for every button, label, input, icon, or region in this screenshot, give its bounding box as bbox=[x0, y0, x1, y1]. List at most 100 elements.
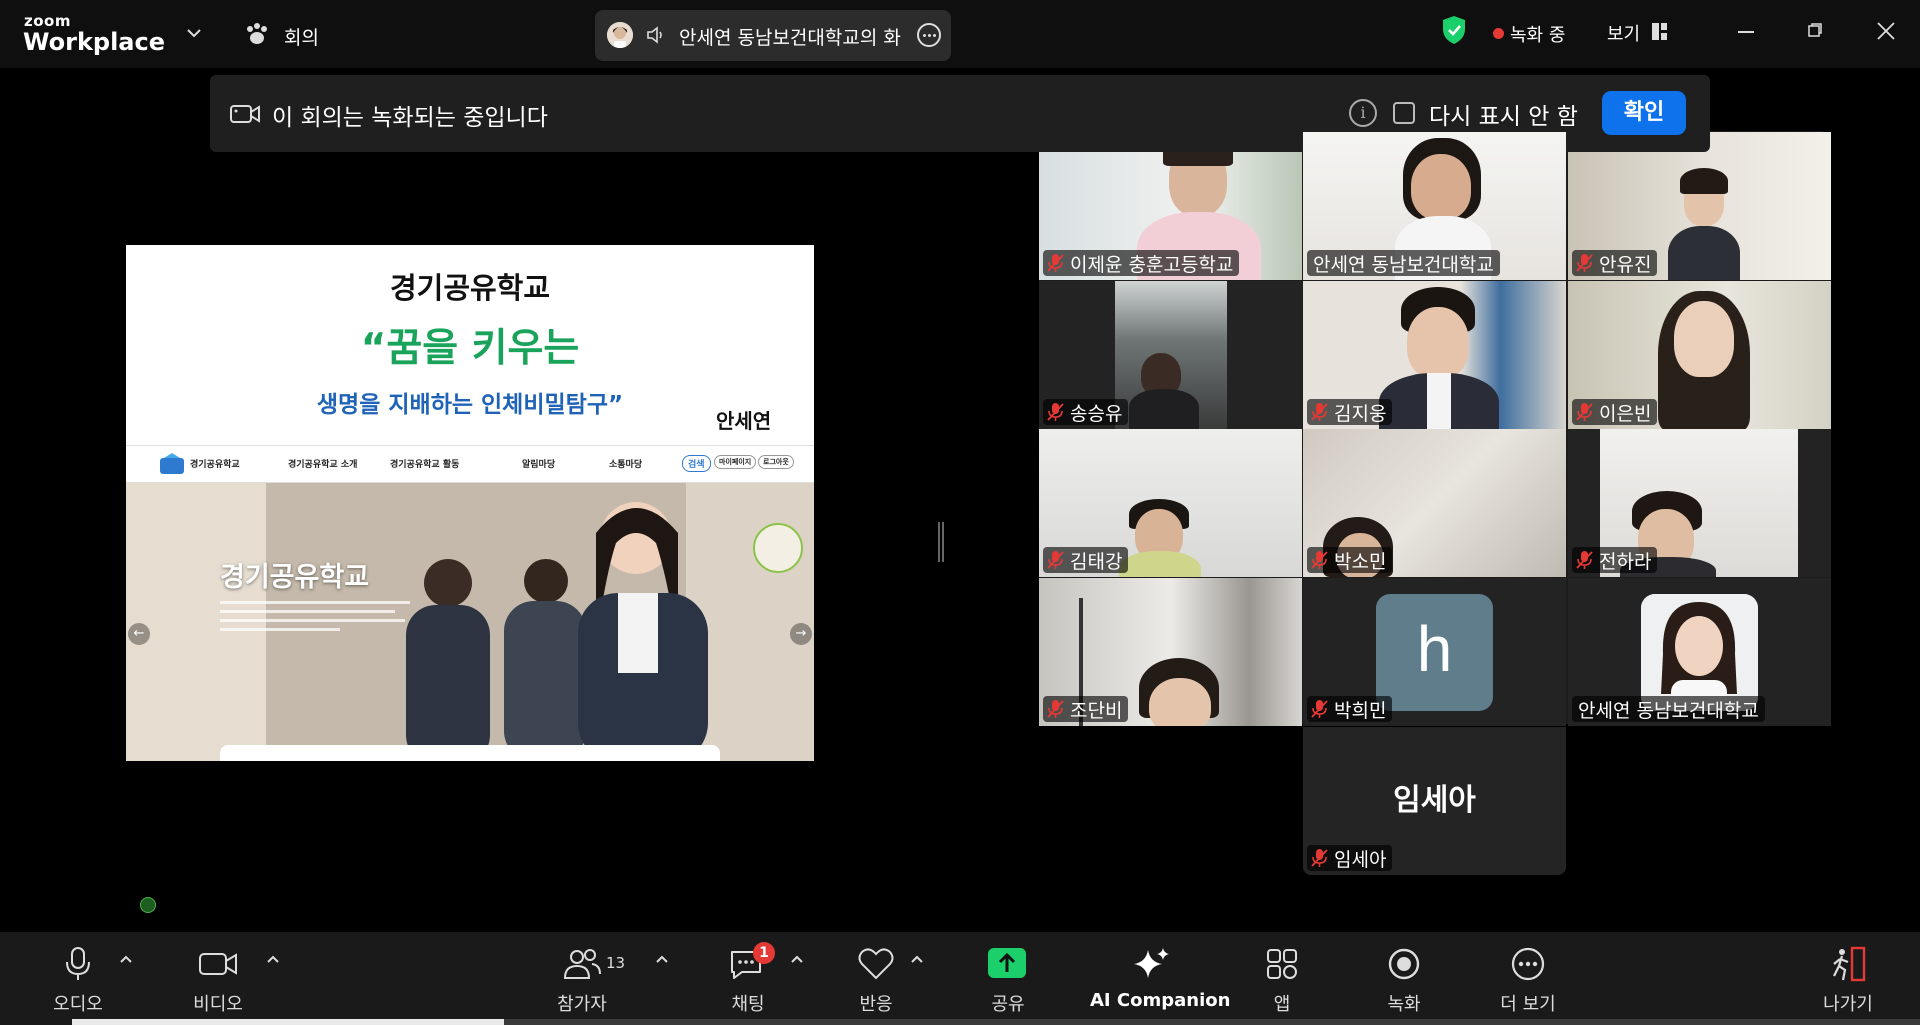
participant-tile[interactable]: 조단비 bbox=[1039, 578, 1302, 726]
recording-dot-icon bbox=[1493, 28, 1504, 39]
participant-name: 안세연 동남보건대학교 bbox=[1313, 253, 1494, 276]
more-button[interactable]: 더 보기 bbox=[1490, 932, 1566, 1025]
participant-name-tag: 안세연 동남보건대학교 bbox=[1572, 696, 1765, 722]
mic-muted-icon bbox=[1576, 403, 1593, 421]
hero-description bbox=[220, 601, 420, 637]
participant-tile-no-video[interactable]: 임세아 임세아 bbox=[1303, 727, 1566, 875]
website-hero-image: 경기공유학교 ← → bbox=[126, 483, 814, 761]
hero-title: 경기공유학교 bbox=[220, 562, 370, 593]
sparkle-icon bbox=[1134, 948, 1169, 978]
confirm-button[interactable]: 확인 bbox=[1602, 91, 1686, 135]
heart-icon bbox=[858, 948, 894, 980]
video-button[interactable]: 비디오 bbox=[180, 932, 256, 1025]
avatar: h bbox=[1376, 594, 1493, 711]
chat-options-caret-icon[interactable] bbox=[790, 954, 804, 964]
share-label: 공유 bbox=[991, 994, 1025, 1015]
record-label: 녹화 bbox=[1387, 994, 1421, 1015]
participant-tile[interactable]: 전하라 bbox=[1568, 429, 1831, 577]
video-label: 비디오 bbox=[193, 994, 243, 1015]
chevron-down-icon[interactable] bbox=[183, 22, 205, 44]
participant-tile[interactable]: 이제윤 충훈고등학교 bbox=[1039, 132, 1302, 280]
avatar-photo bbox=[1641, 594, 1758, 711]
mic-muted-icon bbox=[1311, 700, 1328, 718]
top-bar: zoom Workplace 회의 안세연 동남보건대학교의 화 녹화 중 보기 bbox=[0, 0, 1920, 68]
participant-tile[interactable]: 김지웅 bbox=[1303, 281, 1566, 429]
apps-button[interactable]: 앱 bbox=[1244, 932, 1320, 1025]
reactions-options-caret-icon[interactable] bbox=[910, 954, 924, 964]
reactions-button[interactable]: 반응 bbox=[838, 932, 914, 1025]
encryption-shield-icon[interactable] bbox=[1441, 15, 1467, 45]
speaker-pill-text: 안세연 동남보건대학교의 화 bbox=[679, 27, 901, 49]
nav-about: 경기공유학교 소개 bbox=[288, 460, 358, 470]
close-icon[interactable] bbox=[1876, 21, 1896, 41]
participant-name: 김지웅 bbox=[1334, 402, 1387, 425]
hero-card bbox=[220, 745, 720, 761]
participant-name: 안세연 동남보건대학교 bbox=[1578, 699, 1759, 722]
mic-muted-icon bbox=[1576, 551, 1593, 569]
participant-name: 김태강 bbox=[1070, 550, 1123, 573]
participant-tile[interactable]: 안유진 bbox=[1568, 132, 1831, 280]
participant-name: 박소민 bbox=[1334, 550, 1387, 573]
participant-name-tag: 박소민 bbox=[1307, 547, 1393, 573]
participant-tile[interactable]: 송승유 bbox=[1039, 281, 1302, 429]
grid-view-icon[interactable] bbox=[1652, 23, 1667, 40]
record-button[interactable]: 녹화 bbox=[1366, 932, 1442, 1025]
audio-button[interactable]: 오디오 bbox=[40, 932, 116, 1025]
participant-name: 조단비 bbox=[1070, 699, 1123, 722]
slide-author: 안세연 bbox=[716, 409, 772, 433]
participants-button[interactable]: 13 참가자 bbox=[544, 932, 625, 1025]
chat-unread-badge: 1 bbox=[753, 942, 775, 964]
mic-muted-icon bbox=[1311, 403, 1328, 421]
participant-name-tag: 이은빈 bbox=[1572, 399, 1658, 425]
ai-companion-button[interactable]: AI Companion bbox=[1090, 932, 1230, 1025]
minimize-icon[interactable] bbox=[1738, 31, 1754, 33]
nav-community: 소통마당 bbox=[609, 460, 643, 470]
more-options-icon[interactable] bbox=[917, 23, 941, 47]
apps-label: 앱 bbox=[1273, 994, 1291, 1015]
recording-status[interactable]: 녹화 중 bbox=[1510, 21, 1565, 47]
split-view-divider[interactable] bbox=[938, 522, 944, 562]
participant-big-name: 임세아 bbox=[1393, 783, 1476, 818]
video-options-caret-icon[interactable] bbox=[266, 954, 280, 964]
nav-mypage: 마이페이지 bbox=[714, 455, 757, 469]
shirt bbox=[1427, 373, 1451, 429]
mic-muted-icon bbox=[1311, 849, 1328, 867]
participant-tile-avatar[interactable]: h 박희민 bbox=[1303, 578, 1566, 726]
participant-tile-photo[interactable]: 안세연 동남보건대학교 bbox=[1568, 578, 1831, 726]
leave-label: 나가기 bbox=[1823, 994, 1873, 1015]
share-screen-button[interactable]: 공유 bbox=[980, 932, 1036, 1025]
participant-tile-active-speaker[interactable]: 안세연 동남보건대학교 bbox=[1303, 132, 1566, 280]
restore-window-icon[interactable] bbox=[1808, 23, 1822, 37]
dont-show-again-label[interactable]: 다시 표시 안 함 bbox=[1429, 97, 1578, 131]
participant-name-tag: 이제윤 충훈고등학교 bbox=[1043, 250, 1240, 276]
speaker-volume-icon bbox=[647, 26, 662, 44]
audio-label: 오디오 bbox=[53, 994, 103, 1015]
participant-name: 전하라 bbox=[1599, 550, 1652, 573]
meeting-menu-label[interactable]: 회의 bbox=[284, 23, 319, 50]
participants-options-caret-icon[interactable] bbox=[655, 954, 669, 964]
participant-tile[interactable]: 김태강 bbox=[1039, 429, 1302, 577]
info-icon[interactable]: i bbox=[1349, 99, 1377, 127]
participant-name-tag: 김태강 bbox=[1043, 547, 1129, 573]
participant-name-tag: 임세아 bbox=[1307, 845, 1393, 871]
brand-workplace[interactable]: Workplace bbox=[23, 28, 165, 56]
mic-muted-icon bbox=[1311, 551, 1328, 569]
taskbar-strip-right bbox=[504, 1019, 1920, 1025]
website-nav-bar: 경기공유학교 경기공유학교 소개 경기공유학교 활동 알림마당 소통마당 검색 … bbox=[126, 445, 814, 483]
school-logo-icon bbox=[160, 453, 184, 474]
view-button[interactable]: 보기 bbox=[1607, 20, 1640, 46]
dont-show-again-checkbox[interactable] bbox=[1393, 102, 1415, 124]
participant-tile[interactable]: 이은빈 bbox=[1568, 281, 1831, 429]
participant-tile[interactable]: 박소민 bbox=[1303, 429, 1566, 577]
participant-name-tag: 안세연 동남보건대학교 bbox=[1307, 250, 1500, 276]
leave-meeting-button[interactable]: 나가기 bbox=[1810, 932, 1886, 1025]
hair bbox=[1680, 168, 1728, 194]
record-icon bbox=[1388, 948, 1420, 980]
active-speaker-pill[interactable]: 안세연 동남보건대학교의 화 bbox=[595, 10, 951, 61]
camera-icon bbox=[230, 105, 260, 123]
mic-muted-icon bbox=[1047, 551, 1064, 569]
annotation-pen-icon[interactable] bbox=[140, 897, 156, 913]
chat-button[interactable]: 1 채팅 bbox=[710, 932, 786, 1025]
recording-notice-text: 이 회의는 녹화되는 중입니다 bbox=[272, 105, 548, 131]
audio-options-caret-icon[interactable] bbox=[119, 954, 133, 964]
